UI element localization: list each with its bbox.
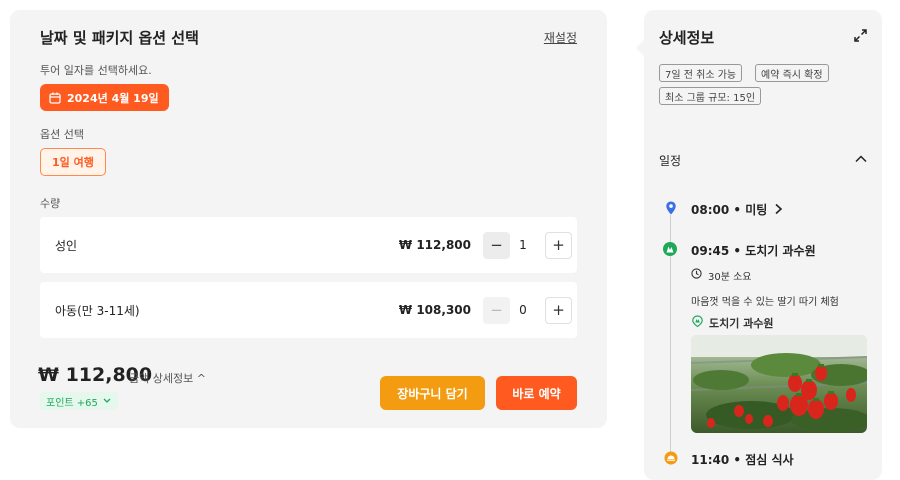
tag-instant-confirm: 예약 즉시 확정 <box>755 64 829 82</box>
quantity-value: 0 <box>519 303 527 317</box>
clock-icon <box>691 268 702 279</box>
timeline-stop-title: 09:45 • 도치기 과수원 <box>691 244 816 258</box>
stop-description: 마음껏 먹을 수 있는 딸기 따기 체험 <box>691 297 839 308</box>
expand-icon[interactable] <box>854 29 867 42</box>
points-badge[interactable]: 포인트 +65 <box>40 392 118 410</box>
decrement-button[interactable]: − <box>483 296 510 324</box>
quantity-row-child: 아동(만 3-11세) ₩ 108,300 − 0 + <box>40 282 577 338</box>
quantity-value: 1 <box>519 238 527 252</box>
stop-place: 도치기 과수원 <box>709 317 774 330</box>
reset-link[interactable]: 재설정 <box>544 29 577 46</box>
decrement-button[interactable]: − <box>483 231 510 259</box>
book-now-button[interactable]: 바로 예약 <box>496 376 577 410</box>
timeline-stop-title: 08:00 • 미팅 <box>691 203 768 217</box>
details-panel: 상세정보 7일 전 취소 가능 예약 즉시 확정 최소 그룹 규모: 15인 일… <box>644 10 882 480</box>
add-to-cart-button[interactable]: 장바구니 담기 <box>380 376 485 410</box>
ticket-price: ₩ 108,300 <box>398 303 471 317</box>
ticket-type: 성인 <box>55 238 78 253</box>
option-chip[interactable]: 1일 여행 <box>40 148 106 176</box>
stop-duration: 30분 소요 <box>708 272 752 283</box>
date-label: 투어 일자를 선택하세요. <box>40 64 152 77</box>
selected-date: 2024년 4월 19일 <box>67 91 159 105</box>
details-title: 상세정보 <box>659 29 715 47</box>
chevron-up-icon[interactable] <box>855 154 867 164</box>
increment-button[interactable]: + <box>545 296 572 324</box>
chevron-right-icon[interactable] <box>774 203 783 215</box>
tag-min-group: 최소 그룹 규모: 15인 <box>659 87 762 105</box>
option-label: 옵션 선택 <box>40 128 84 141</box>
itinerary-heading: 일정 <box>659 154 682 168</box>
timeline-stop-title: 11:40 • 점심 식사 <box>691 453 794 467</box>
chevron-down-icon <box>103 398 111 403</box>
calendar-icon <box>49 92 61 104</box>
landmark-icon <box>663 242 677 256</box>
meal-icon <box>664 451 678 465</box>
quantity-row-adult: 성인 ₩ 112,800 − 1 + <box>40 217 577 273</box>
booking-panel: 날짜 및 패키지 옵션 선택 재설정 투어 일자를 선택하세요. 2024년 4… <box>10 10 607 428</box>
price-detail-toggle[interactable]: 금액 상세정보 ^ <box>129 370 206 386</box>
date-selector-button[interactable]: 2024년 4월 19일 <box>40 84 169 111</box>
tag-cancellation: 7일 전 취소 가능 <box>659 64 743 82</box>
increment-button[interactable]: + <box>545 231 572 259</box>
ticket-type: 아동(만 3-11세) <box>55 303 140 318</box>
panel-title: 날짜 및 패키지 옵션 선택 <box>40 29 199 47</box>
panel-pointer <box>636 40 644 56</box>
points-label: 포인트 +65 <box>46 397 98 409</box>
location-pin-icon <box>666 201 676 215</box>
attraction-icon <box>692 315 703 327</box>
ticket-price: ₩ 112,800 <box>398 238 471 252</box>
strawberry-farm-photo <box>691 335 867 433</box>
quantity-label: 수량 <box>40 197 61 210</box>
